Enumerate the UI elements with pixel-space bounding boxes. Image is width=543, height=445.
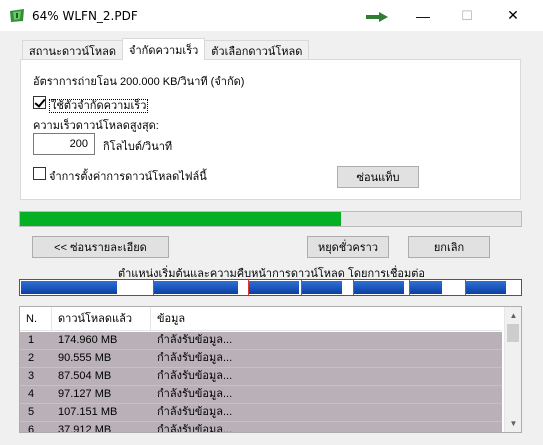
progress-fill — [20, 212, 341, 226]
row-number: 5 — [28, 406, 35, 418]
segment-start-marker — [153, 280, 154, 295]
remember-settings-label[interactable]: จำการตั้งค่าการดาวน์โหลดไฟล์นี้ — [49, 167, 207, 185]
segment-6 — [354, 281, 404, 294]
column-header-number[interactable]: N. — [20, 307, 52, 331]
row-info: กำลังรับข้อมูล... — [157, 334, 233, 346]
table-row[interactable]: 2 90.555 MB กำลังรับข้อมูล... — [20, 350, 502, 368]
scroll-up-icon[interactable]: ▲ — [505, 307, 521, 324]
segment-start-marker — [409, 280, 410, 295]
transfer-rate-text: อัตราการถ่ายโอน 200.000 KB/วินาที (จำกัด… — [33, 76, 245, 88]
table-row[interactable]: 6 37.912 MB กำลังรับข้อมูล... — [20, 422, 502, 433]
row-downloaded: 174.960 MB — [58, 334, 118, 346]
row-info: กำลังรับข้อมูล... — [157, 370, 233, 382]
remember-settings-checkbox[interactable] — [33, 167, 46, 180]
use-limit-label-wrap: ใช้ตัวจำกัดความเร็ว — [49, 96, 149, 114]
segment-1 — [21, 281, 117, 294]
table-header: N. ดาวน์โหลดแล้ว ข้อมูล — [20, 307, 502, 331]
table-rows: 1 174.960 MB กำลังรับข้อมูล... 2 90.555 MB กำ… — [20, 332, 502, 433]
segment-7 — [410, 281, 442, 294]
row-info: กำลังรับข้อมูล... — [157, 352, 233, 364]
hide-tab-button[interactable]: ซ่อนแท็บ — [337, 166, 419, 188]
row-downloaded: 107.151 MB — [58, 406, 118, 418]
segment-5 — [302, 281, 342, 294]
table-row[interactable]: 5 107.151 MB กำลังรับข้อมูล... — [20, 404, 502, 422]
tab-download-options[interactable]: ตัวเลือกดาวน์โหลด — [204, 40, 310, 60]
idm-app-icon — [10, 9, 24, 22]
title-bar: 64% WLFN_2.PDF — ☐ ✕ — [0, 0, 543, 31]
row-number: 3 — [28, 370, 35, 382]
table-scrollbar[interactable]: ▲ ▼ — [504, 307, 521, 432]
tab-download-status[interactable]: สถานะดาวน์โหลด — [22, 40, 124, 60]
minimize-button[interactable]: — — [400, 0, 446, 31]
connections-table: N. ดาวน์โหลดแล้ว ข้อมูล 1 174.960 MB กำลัง… — [19, 306, 522, 433]
row-info: กำลังรับข้อมูล... — [157, 388, 233, 400]
row-number: 2 — [28, 352, 35, 364]
use-limit-checkbox[interactable] — [33, 96, 46, 109]
max-speed-label: ความเร็วดาวน์โหลดสูงสุด: — [33, 120, 159, 132]
row-downloaded: 97.127 MB — [58, 388, 112, 400]
table-row[interactable]: 3 87.504 MB กำลังรับข้อมูล... — [20, 368, 502, 386]
hide-details-button[interactable]: << ซ่อนรายละเอียด — [32, 236, 169, 258]
column-header-info[interactable]: ข้อมูล — [151, 307, 502, 331]
segment-8 — [466, 281, 506, 294]
pause-button[interactable]: หยุดชั่วคราว — [307, 236, 389, 258]
segment-3 — [198, 281, 238, 294]
row-info: กำลังรับข้อมูล... — [157, 406, 233, 418]
row-number: 4 — [28, 388, 35, 400]
row-number: 1 — [28, 334, 35, 346]
segment-start-marker — [301, 280, 302, 295]
segment-start-marker — [353, 280, 354, 295]
tab-speed-limiter[interactable]: จำกัดความเร็ว — [122, 38, 206, 60]
download-progress-bar — [19, 211, 522, 227]
close-button[interactable]: ✕ — [490, 0, 536, 31]
scroll-down-icon[interactable]: ▼ — [505, 415, 521, 432]
connection-segments-bar — [19, 279, 522, 296]
speed-unit-label: กิโลไบต์/วินาที — [103, 141, 173, 153]
green-arrow-icon — [366, 12, 388, 22]
segment-2 — [154, 281, 198, 294]
speed-limiter-panel: อัตราการถ่ายโอน 200.000 KB/วินาที (จำกัด… — [20, 59, 521, 200]
column-header-downloaded[interactable]: ดาวน์โหลดแล้ว — [52, 307, 151, 331]
segment-start-marker — [248, 280, 249, 295]
use-limit-label[interactable]: ใช้ตัวจำกัดความเร็ว — [49, 99, 149, 113]
row-downloaded: 87.504 MB — [58, 370, 112, 382]
tab-bar: สถานะดาวน์โหลด จำกัดความเร็ว ตัวเลือกดาว… — [22, 38, 310, 60]
maximize-button[interactable]: ☐ — [444, 0, 490, 31]
table-row[interactable]: 4 97.127 MB กำลังรับข้อมูล... — [20, 386, 502, 404]
cancel-button[interactable]: ยกเลิก — [408, 236, 490, 258]
row-downloaded: 90.555 MB — [58, 352, 112, 364]
row-info: กำลังรับข้อมูล... — [157, 424, 233, 433]
table-row[interactable]: 1 174.960 MB กำลังรับข้อมูล... — [20, 332, 502, 350]
row-number: 6 — [28, 424, 35, 433]
scroll-thumb[interactable] — [507, 324, 519, 342]
window-title: 64% WLFN_2.PDF — [32, 9, 138, 23]
segment-start-marker — [465, 280, 466, 295]
max-speed-input[interactable]: 200 — [33, 133, 95, 155]
segment-4 — [249, 281, 299, 294]
row-downloaded: 37.912 MB — [58, 424, 112, 433]
